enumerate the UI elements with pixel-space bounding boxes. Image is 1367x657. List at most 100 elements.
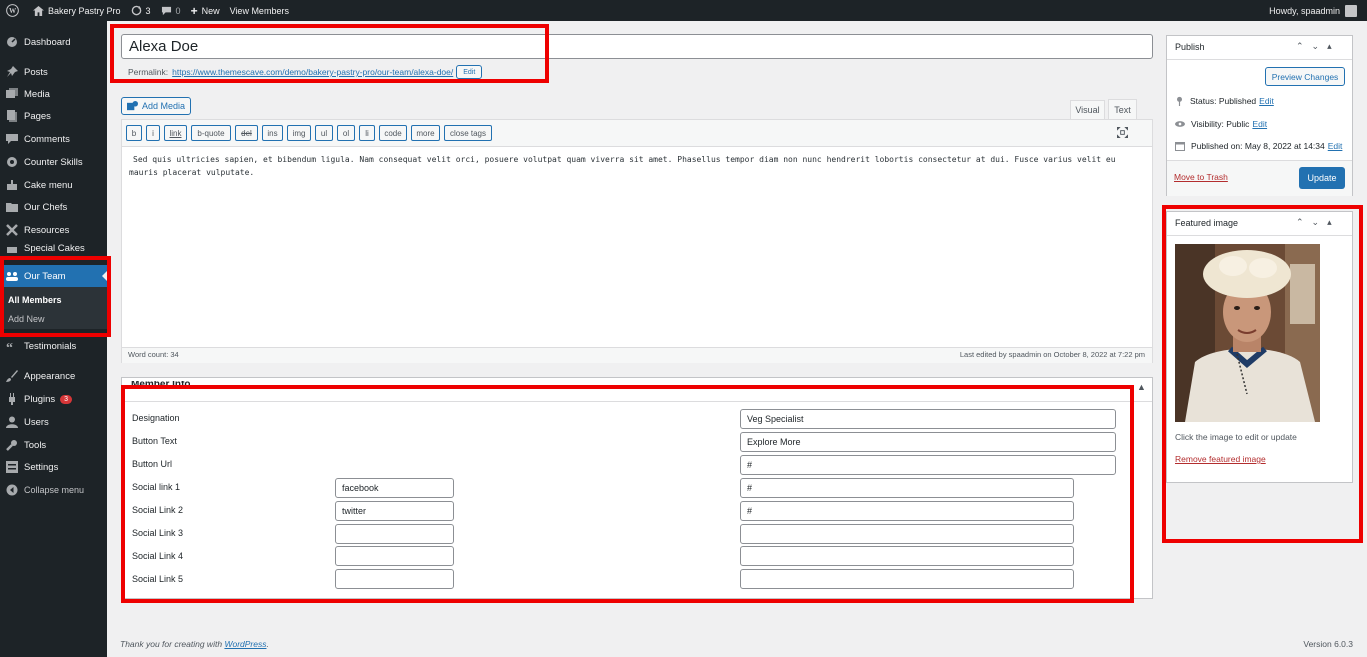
quicktag-ins-button[interactable]: ins <box>262 125 283 141</box>
permalink-edit-button[interactable]: Edit <box>456 65 483 79</box>
plugin-icon <box>6 393 18 405</box>
quicktag-close-tags-button[interactable]: close tags <box>444 125 492 141</box>
quicktag-img-button[interactable]: img <box>287 125 311 141</box>
social-link-1-url-field[interactable]: # <box>740 478 1074 498</box>
brush-icon <box>6 370 18 382</box>
pin-icon <box>1177 96 1182 106</box>
social-link-2-url-field[interactable]: # <box>740 501 1074 521</box>
social-link-3-url-field[interactable] <box>740 524 1074 544</box>
move-to-trash-link[interactable]: Move to Trash <box>1174 172 1228 182</box>
social-link-5-name-field[interactable] <box>335 569 454 589</box>
metabox-toggle-icon[interactable]: ▲ <box>1137 382 1146 392</box>
publish-box-controls[interactable]: ⌃⌄▴ <box>1296 41 1340 52</box>
tab-text[interactable]: Text <box>1108 99 1137 120</box>
view-members-label: View Members <box>229 5 289 16</box>
featured-image-title: Featured image <box>1175 218 1239 228</box>
sidebar-item-counter-skills[interactable]: Counter Skills <box>0 151 107 173</box>
quicktag-italic-button[interactable]: i <box>146 125 160 141</box>
svg-text:W: W <box>9 7 17 15</box>
sidebar-item-settings[interactable]: Settings <box>0 456 107 478</box>
tab-visual[interactable]: Visual <box>1070 100 1105 119</box>
status-edit-link[interactable]: Edit <box>1259 96 1274 106</box>
metabox-header <box>122 378 1152 402</box>
quicktag-del-button[interactable]: del <box>235 125 258 141</box>
sidebar-item-appearance[interactable]: Appearance <box>0 365 107 387</box>
quicktag-code-button[interactable]: code <box>379 125 407 141</box>
sidebar-item-cake-menu[interactable]: Cake menu <box>0 174 107 196</box>
site-name-link[interactable]: Bakery Pastry Pro <box>33 5 121 16</box>
add-media-button[interactable]: Add Media <box>121 97 191 115</box>
post-title-input[interactable]: Alexa Doe <box>121 34 1153 59</box>
sidebar-item-testimonials[interactable]: “ Testimonials <box>0 335 107 357</box>
user-account-menu[interactable]: Howdy, spaadmin <box>1269 0 1357 21</box>
wordpress-link[interactable]: WordPress <box>224 639 266 649</box>
social-link-1-name-field[interactable]: facebook <box>335 478 454 498</box>
button-url-field[interactable]: # <box>740 455 1116 475</box>
designation-field[interactable]: Veg Specialist <box>740 409 1116 429</box>
published-on-edit-link[interactable]: Edit <box>1328 141 1343 151</box>
social-link-4-name-field[interactable] <box>335 546 454 566</box>
sidebar-item-resources[interactable]: Resources <box>0 219 107 241</box>
updates-link[interactable]: 3 <box>131 5 151 16</box>
sidebar-item-posts[interactable]: Posts <box>0 61 107 83</box>
button-text-field[interactable]: Explore More <box>740 432 1116 452</box>
sidebar-item-label: Users <box>24 416 49 428</box>
published-on-text: Published on: May 8, 2022 at 14:34 <box>1191 141 1325 151</box>
social-link-2-name-field[interactable]: twitter <box>335 501 454 521</box>
quicktag-ul-button[interactable]: ul <box>315 125 333 141</box>
dashboard-icon <box>6 36 18 48</box>
sidebar-item-label: Settings <box>24 461 59 473</box>
social-link-3-name-field[interactable] <box>335 524 454 544</box>
sidebar-item-label: Our Team <box>24 270 66 282</box>
admin-bar: W Bakery Pastry Pro 3 0 + New View Membe… <box>0 0 1367 21</box>
sidebar-item-pages[interactable]: Pages <box>0 105 107 127</box>
sidebar-item-special-cakes[interactable]: Special Cakes <box>0 242 107 254</box>
quicktag-ol-button[interactable]: ol <box>337 125 355 141</box>
footer-version: Version 6.0.3 <box>1303 639 1353 649</box>
sidebar-item-label: Resources <box>24 224 70 236</box>
social-link-4-url-field[interactable] <box>740 546 1074 566</box>
plus-icon: + <box>190 3 198 18</box>
sidebar-item-users[interactable]: Users <box>0 411 107 433</box>
calendar-icon <box>1175 142 1185 151</box>
plugins-update-badge: 3 <box>60 394 73 404</box>
preview-changes-button[interactable]: Preview Changes <box>1265 67 1345 86</box>
submenu-item-add-new[interactable]: Add New <box>8 314 45 324</box>
button-url-label: Button Url <box>132 459 173 469</box>
sidebar-collapse-menu[interactable]: Collapse menu <box>0 479 107 501</box>
social-link-5-label: Social Link 5 <box>132 574 184 584</box>
sidebar-item-our-chefs[interactable]: Our Chefs <box>0 196 107 218</box>
quicktag-bquote-button[interactable]: b-quote <box>191 125 231 141</box>
sidebar-item-dashboard[interactable]: Dashboard <box>0 31 107 53</box>
editor-textarea[interactable]: Sed quis ultricies sapien, et bibendum l… <box>129 153 1141 179</box>
permalink-url-link[interactable]: https://www.themescave.com/demo/bakery-p… <box>172 67 453 77</box>
eye-icon <box>1175 121 1185 127</box>
sidebar-item-media[interactable]: Media <box>0 83 107 105</box>
view-members-link[interactable]: View Members <box>230 6 289 16</box>
quicktag-bold-button[interactable]: b <box>126 125 142 141</box>
featured-image-thumbnail[interactable] <box>1175 244 1320 422</box>
sidebar-item-comments[interactable]: Comments <box>0 128 107 150</box>
social-link-5-url-field[interactable] <box>740 569 1074 589</box>
cake-icon <box>6 242 18 254</box>
pin-icon <box>6 66 18 78</box>
remove-featured-image-link[interactable]: Remove featured image <box>1175 454 1266 464</box>
sidebar-item-label: Pages <box>24 110 51 122</box>
update-button[interactable]: Update <box>1299 167 1345 189</box>
fullscreen-icon[interactable] <box>1117 127 1128 140</box>
featured-box-controls[interactable]: ⌃⌄▴ <box>1296 217 1340 228</box>
comments-link[interactable]: 0 <box>161 6 181 16</box>
quicktag-li-button[interactable]: li <box>359 125 375 141</box>
submenu-item-all-members[interactable]: All Members <box>8 295 62 305</box>
new-content-link[interactable]: + New <box>191 4 220 18</box>
sidebar-item-plugins[interactable]: Plugins 3 <box>0 388 107 410</box>
pages-icon <box>6 110 18 122</box>
sidebar-item-our-team[interactable]: Our Team <box>0 265 107 287</box>
quicktag-link-button[interactable]: link <box>164 125 187 141</box>
sidebar-item-label: Posts <box>24 66 48 78</box>
wordpress-logo-icon[interactable]: W <box>6 4 23 17</box>
sidebar-item-label: Collapse menu <box>24 485 85 495</box>
visibility-edit-link[interactable]: Edit <box>1252 119 1267 129</box>
quicktag-more-button[interactable]: more <box>411 125 440 141</box>
sidebar-item-tools[interactable]: Tools <box>0 434 107 456</box>
